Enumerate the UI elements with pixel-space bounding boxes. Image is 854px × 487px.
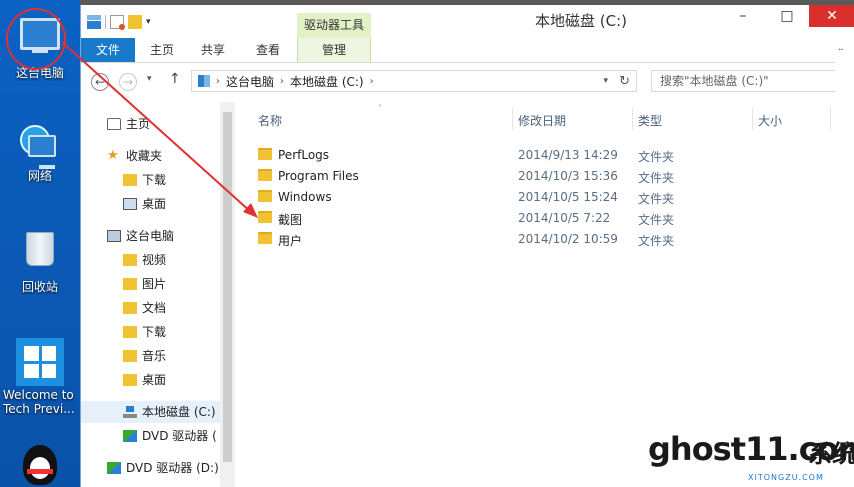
annotation-arrow-line [61,41,253,214]
watermark-subtext: XITONGZU.COM [748,473,824,482]
annotation-arrow [61,41,258,218]
annotation-arrow-head [243,203,258,218]
watermark-logo: ghost11.com 系统族 XITONGZU.COM [640,428,854,487]
watermark-tail: 系统族 [808,440,854,468]
